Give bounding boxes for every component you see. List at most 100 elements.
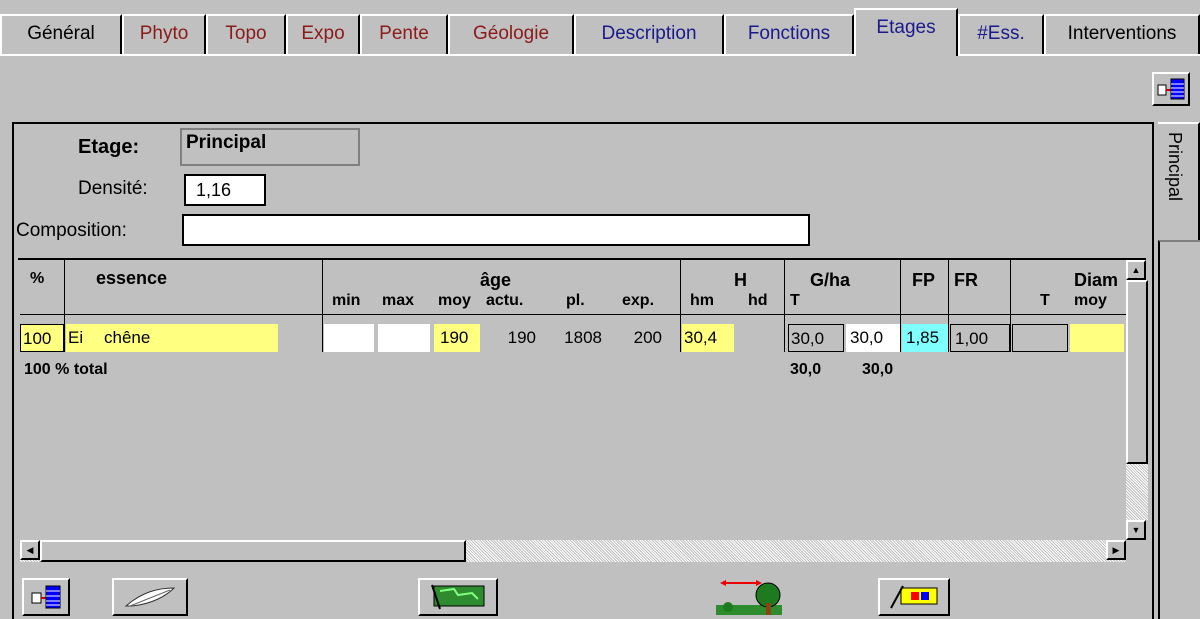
header-fr: FR [954,270,978,290]
col-divider [64,260,65,352]
tree-measure-icon [716,580,782,615]
header-divider [20,314,1126,315]
feather-icon [124,587,176,607]
cell-hm[interactable]: 30,4 [682,324,734,352]
col-divider [900,260,901,352]
total-g-t: 30,0 [790,361,822,378]
header-moy: moy [438,292,471,309]
header-diam: Diam [1074,270,1119,290]
table-link-button-top[interactable] [1152,72,1190,106]
tab-fonctions[interactable]: Fonctions [724,14,854,54]
cell-pct[interactable]: 100 [20,324,64,352]
ruler-pen-icon [890,585,938,609]
header-diam-moy: moy [1074,292,1107,309]
header-pl: pl. [566,292,585,309]
flag-map-icon [431,584,485,610]
tab-geologie[interactable]: Géologie [448,14,574,54]
vertical-scrollbar[interactable]: ▲ ▼ [1126,260,1148,540]
tab-label: Etages [876,17,936,38]
tab-label: Phyto [139,23,189,44]
tab-phyto[interactable]: Phyto [122,14,206,54]
table-link-icon [1157,78,1185,100]
densite-label: Densité: [78,178,148,199]
tab-label: Topo [225,23,267,44]
tree-measure-button[interactable] [714,578,784,616]
composition-label: Composition: [16,220,127,241]
composition-field[interactable] [182,214,810,246]
flag-map-button[interactable] [418,578,498,616]
tab-expo[interactable]: Expo [286,14,360,54]
tab-label: Général [27,23,95,44]
scroll-right-button[interactable]: ▶ [1106,540,1126,560]
etage-value: Principal [186,132,267,153]
col-divider [948,260,949,352]
tab-ess[interactable]: #Ess. [958,14,1044,54]
tab-label: Géologie [472,23,550,44]
header-gha: G/ha [810,270,851,290]
table-link-button[interactable] [22,578,70,616]
scroll-thumb[interactable] [1126,280,1148,464]
side-tab-body [1158,240,1200,619]
col-divider [322,260,323,352]
header-max: max [382,292,415,309]
tab-etages[interactable]: Etages [854,8,958,56]
header-hd: hd [748,292,768,309]
horizontal-scrollbar[interactable]: ◀ ▶ [20,540,1126,562]
header-age: âge [480,270,512,290]
tab-label: Interventions [1067,23,1177,44]
header-fp: FP [912,270,936,290]
tab-pente[interactable]: Pente [360,14,448,54]
cell-age-min[interactable] [324,324,374,352]
cell-code[interactable]: Ei [66,324,102,352]
col-divider [680,260,681,352]
tab-label: Fonctions [747,23,831,44]
ruler-pen-button[interactable] [878,578,950,616]
total-g-ha: 30,0 [862,361,894,378]
col-divider [784,260,785,352]
cell-age-pl: 1808 [564,328,602,347]
etage-field: Principal [180,128,360,166]
etage-label: Etage: [78,136,140,158]
header-pct: % [30,270,45,287]
cell-essence[interactable]: chêne [102,324,278,352]
scroll-left-button[interactable]: ◀ [20,540,40,560]
cell-g-t: 30,0 [788,324,844,352]
side-tab-label: Principal [1165,132,1185,202]
scroll-track[interactable] [1126,464,1148,520]
header-exp: exp. [622,292,655,309]
table-link-icon [31,585,61,609]
cell-g-ha[interactable]: 30,0 [846,324,900,352]
tab-interventions[interactable]: Interventions [1044,14,1200,54]
scroll-down-button[interactable]: ▼ [1126,520,1146,540]
tab-divider [0,54,1200,56]
cell-fr: 1,00 [950,324,1010,352]
cell-age-actu: 190 [507,328,536,347]
densite-field[interactable]: 1,16 [184,174,266,206]
cell-diam-t [1012,324,1068,352]
header-min: min [332,292,361,309]
total-label: 100 % total [24,361,108,378]
cell-age-moy[interactable]: 190 [434,324,480,352]
col-divider [1010,260,1011,352]
cell-hd[interactable] [740,324,782,352]
tab-description[interactable]: Description [574,14,724,54]
cell-diam-moy[interactable] [1070,324,1124,352]
tab-label: Expo [301,23,345,44]
tab-general[interactable]: Général [0,14,122,54]
tab-label: Description [601,23,697,44]
cell-age-max[interactable] [378,324,430,352]
header-diam-t: T [1040,292,1050,309]
tab-bar: Général Phyto Topo Expo Pente Géologie D… [0,0,1200,56]
cell-fp[interactable]: 1,85 [902,324,948,352]
scroll-up-button[interactable]: ▲ [1126,260,1146,280]
tab-label: Pente [379,23,429,44]
header-gha-t: T [790,292,800,309]
header-essence: essence [96,268,168,288]
tab-topo[interactable]: Topo [206,14,286,54]
hscroll-thumb[interactable] [40,540,466,562]
tab-label: #Ess. [977,23,1025,44]
header-hm: hm [690,292,714,309]
feather-button[interactable] [112,578,188,616]
header-h: H [734,270,747,290]
cell-age-exp: 200 [633,328,662,347]
